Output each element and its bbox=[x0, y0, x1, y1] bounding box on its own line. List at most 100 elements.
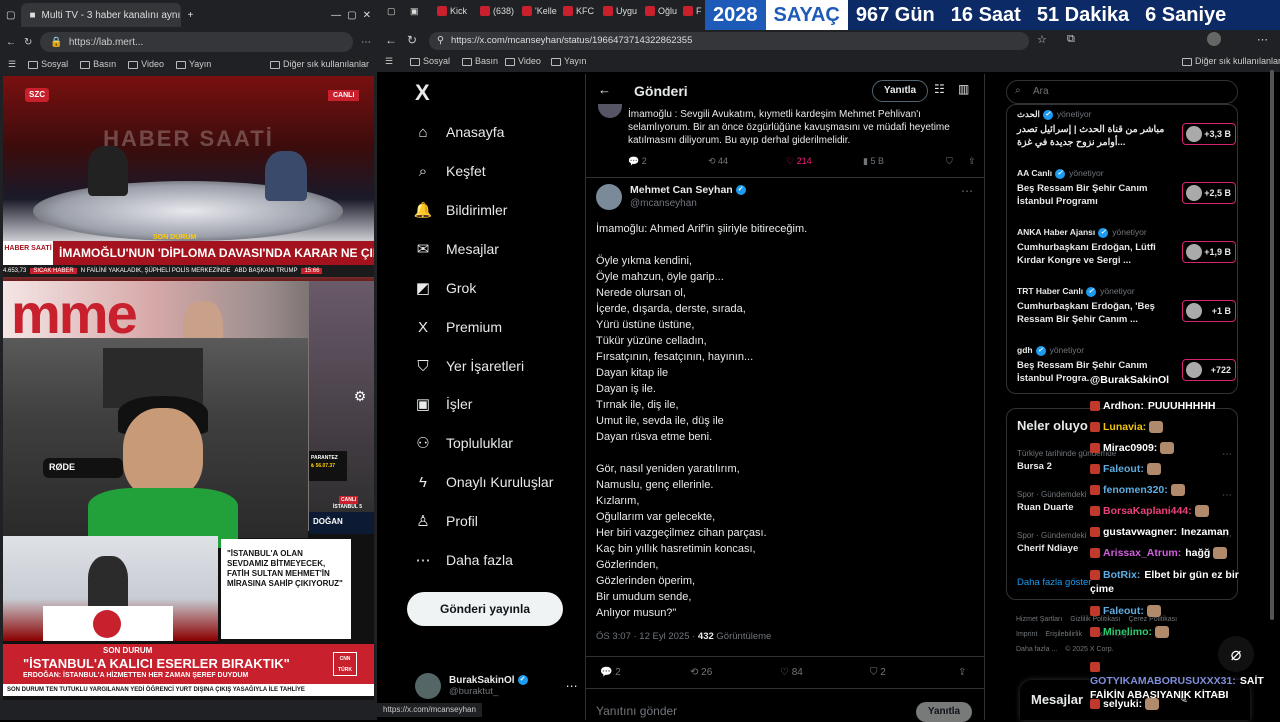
fav-folder[interactable]: Sosyal bbox=[28, 59, 68, 69]
sidebar-item-daha-fazla[interactable]: ⋯ Daha fazla bbox=[414, 546, 513, 574]
sidebar-item-premium[interactable]: X Premium bbox=[414, 313, 502, 341]
x-logo-icon[interactable]: X bbox=[415, 80, 430, 106]
sidebar-item-yer-i̇şaretleri[interactable]: ⛉ Yer İşaretleri bbox=[414, 352, 524, 380]
live-broadcast-item[interactable]: AA Canlı ✓ yönetiyor Beş Ressam Bir Şehir C… bbox=[1017, 168, 1236, 208]
repost-action[interactable]: ⟲ 26 bbox=[690, 667, 712, 678]
extensions-icon[interactable]: ⋯ bbox=[361, 37, 371, 48]
tab[interactable]: Uygu bbox=[603, 6, 637, 16]
live-broadcast-item[interactable]: ANKA Haber Ajansı ✓ yönetiyor Cumhurbaşkanı… bbox=[1017, 227, 1236, 267]
reply-input[interactable]: Yanıtını gönder bbox=[596, 704, 677, 718]
show-more-link[interactable]: Daha fazla göster bbox=[1017, 577, 1091, 588]
footer-link[interactable]: Daha fazla ... bbox=[1016, 646, 1057, 653]
sidebar-item-grok[interactable]: ◩ Grok bbox=[414, 274, 476, 302]
bookmark-icon[interactable]: ⛉ bbox=[946, 156, 953, 167]
right-url-field[interactable]: ⚲ https://x.com/mcanseyhan/status/196647… bbox=[429, 32, 1029, 50]
like-action[interactable]: ♡ 214 bbox=[786, 156, 812, 167]
author-handle[interactable]: @mcanseyhan bbox=[630, 198, 746, 209]
share-icon[interactable]: ⇪ bbox=[958, 667, 966, 678]
scrollbar[interactable] bbox=[1268, 70, 1276, 620]
tv3-feed bbox=[3, 536, 218, 641]
extensions-icon[interactable]: ⧉ bbox=[1067, 33, 1075, 46]
reload-icon[interactable]: ↻ bbox=[24, 37, 32, 48]
sidebar-item-topluluklar[interactable]: ⚇ Topluluklar bbox=[414, 429, 513, 457]
views-action[interactable]: ▮ 5 B bbox=[863, 156, 884, 167]
fav-folder[interactable]: Yayın bbox=[175, 59, 211, 69]
window-icon[interactable]: ▢ bbox=[6, 10, 15, 21]
left-url-field[interactable]: 🔒 https://lab.mert... bbox=[40, 32, 353, 52]
chat-username: Lunavia: bbox=[1103, 421, 1147, 433]
tab[interactable]: Oğlu bbox=[645, 6, 677, 16]
emote-icon bbox=[1146, 463, 1161, 476]
live-broadcast-item[interactable]: TRT Haber Canlı ✓ yönetiyor Cumhurbaşkanı E… bbox=[1017, 286, 1236, 326]
other-favorites[interactable]: Diğer sık kullanılanlar bbox=[269, 59, 369, 69]
tab[interactable]: (638) bbox=[480, 6, 514, 16]
sidebar-item-keşfet[interactable]: ⌕ Keşfet bbox=[414, 157, 486, 185]
tab[interactable]: KFC bbox=[563, 6, 594, 16]
more-icon[interactable]: ⋯ bbox=[1222, 490, 1232, 501]
back-arrow-icon[interactable]: ← bbox=[598, 82, 611, 97]
fav-folder[interactable]: Video bbox=[128, 59, 164, 69]
more-icon[interactable]: ⋯ bbox=[1222, 449, 1232, 460]
sidebar-item-onaylı-kuruluşlar[interactable]: ϟ Onaylı Kuruluşlar bbox=[414, 468, 553, 496]
author-name[interactable]: Mehmet Can Seyhan ✓ bbox=[630, 184, 746, 196]
window-icon[interactable]: ▢ bbox=[387, 6, 396, 17]
host-role: yönetiyor bbox=[1100, 286, 1135, 296]
repost-action[interactable]: ⟲ 44 bbox=[708, 156, 728, 167]
settings-gear-icon[interactable]: ⚙ bbox=[351, 388, 369, 406]
more-icon[interactable]: ⋯ bbox=[961, 184, 973, 198]
sidebar-item-bildirimler[interactable]: 🔔 Bildirimler bbox=[414, 196, 508, 224]
reply-action[interactable]: 💬 2 bbox=[600, 667, 621, 678]
fav-folder[interactable]: Basın bbox=[80, 59, 116, 69]
scrollbar-thumb[interactable] bbox=[1270, 70, 1274, 620]
sidebar-item-i̇şler[interactable]: ▣ İşler bbox=[414, 390, 473, 418]
filter-icon[interactable]: ☷ bbox=[934, 82, 945, 96]
sidebar-item-mesajlar[interactable]: ✉ Mesajlar bbox=[414, 235, 499, 263]
footer-link[interactable]: © 2025 X Corp. bbox=[1065, 646, 1113, 653]
footer-link[interactable]: Imprint bbox=[1016, 631, 1037, 638]
footer-link[interactable]: Erişilebilirlik bbox=[1045, 631, 1082, 638]
reply-submit-button[interactable]: Yanıtla bbox=[916, 702, 972, 722]
back-icon[interactable]: ← bbox=[6, 37, 16, 48]
minimize-icon[interactable]: — bbox=[331, 10, 341, 21]
fav-folder[interactable]: Yayın bbox=[551, 56, 586, 66]
post-author[interactable]: Mehmet Can Seyhan ✓ @mcanseyhan bbox=[596, 184, 746, 210]
post-button[interactable]: Gönderi yayınla bbox=[407, 592, 563, 626]
fav-folder[interactable]: Video bbox=[505, 56, 541, 66]
tab-actions-icon[interactable]: ▣ bbox=[410, 6, 419, 17]
left-active-tab[interactable]: ■ Multi TV - 3 haber kanalını aynı a ✕ bbox=[21, 3, 182, 27]
post-time[interactable]: ÖS 3:07 · 12 Eyl 2025 · bbox=[596, 631, 695, 642]
reader-icon[interactable]: ▥ bbox=[958, 82, 969, 96]
reply-action[interactable]: 💬 2 bbox=[628, 156, 647, 167]
more-icon[interactable]: ⋯ bbox=[566, 679, 578, 693]
live-host: ANKA Haber Ajansı ✓ yönetiyor bbox=[1017, 227, 1232, 238]
fav-folder[interactable]: Sosyal bbox=[410, 56, 450, 66]
menu-icon[interactable]: ⋯ bbox=[1257, 33, 1268, 46]
other-favorites[interactable]: Diğer sık kullanılanlar bbox=[1182, 56, 1280, 66]
back-icon[interactable]: ← bbox=[385, 33, 397, 47]
search-input[interactable]: ⌕ Ara bbox=[1006, 80, 1238, 104]
avatar[interactable] bbox=[596, 184, 622, 210]
site-info-icon[interactable]: ⚲ bbox=[437, 35, 444, 46]
live-broadcast-item[interactable]: الحدث ✓ yönetiyor مباشر من قناة الحدث | إسر… bbox=[1017, 109, 1236, 149]
new-tab-icon[interactable]: + bbox=[187, 10, 193, 21]
sidebar-item-profil[interactable]: ♙ Profil bbox=[414, 507, 478, 535]
reload-icon[interactable]: ↻ bbox=[407, 33, 417, 47]
tab[interactable]: Kick bbox=[437, 6, 467, 16]
share-icon[interactable]: ⇪ bbox=[968, 156, 976, 167]
tab[interactable]: 'Kelle bbox=[522, 6, 557, 16]
post-text-line: Öyle mahzun, öyle garip... bbox=[596, 271, 724, 283]
reply-header-button[interactable]: Yanıtla bbox=[872, 80, 928, 102]
maximize-icon[interactable]: ▢ bbox=[347, 10, 356, 21]
account-switcher[interactable]: BurakSakinOl ✓ @buraktut_ ⋯ bbox=[415, 673, 578, 699]
listener-count: +1,9 B bbox=[1182, 241, 1236, 263]
footer-link[interactable]: Hizmet Şartları bbox=[1016, 616, 1062, 623]
tab[interactable]: F bbox=[683, 6, 702, 16]
profile-avatar[interactable] bbox=[1207, 32, 1221, 46]
sidebar-item-anasayfa[interactable]: ⌂ Anasayfa bbox=[414, 118, 504, 146]
like-action[interactable]: ♡ 84 bbox=[780, 667, 803, 678]
chat-username: Minelimo: bbox=[1103, 626, 1152, 638]
fav-folder[interactable]: Basın bbox=[462, 56, 498, 66]
close-window-icon[interactable]: ✕ bbox=[363, 10, 371, 21]
favorite-star-icon[interactable]: ☆ bbox=[1037, 33, 1047, 46]
bookmark-action[interactable]: ⛉ 2 bbox=[870, 667, 886, 678]
